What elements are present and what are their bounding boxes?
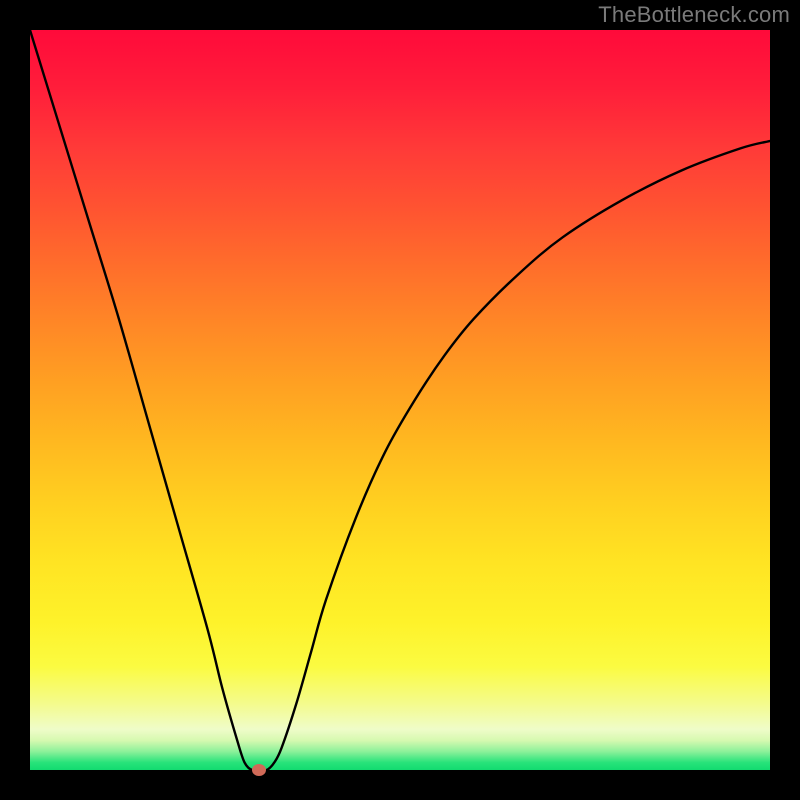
- bottleneck-curve: [30, 30, 770, 770]
- optimal-marker: [252, 764, 266, 776]
- chart-frame: TheBottleneck.com: [0, 0, 800, 800]
- plot-area: [30, 30, 770, 770]
- watermark-text: TheBottleneck.com: [598, 2, 790, 28]
